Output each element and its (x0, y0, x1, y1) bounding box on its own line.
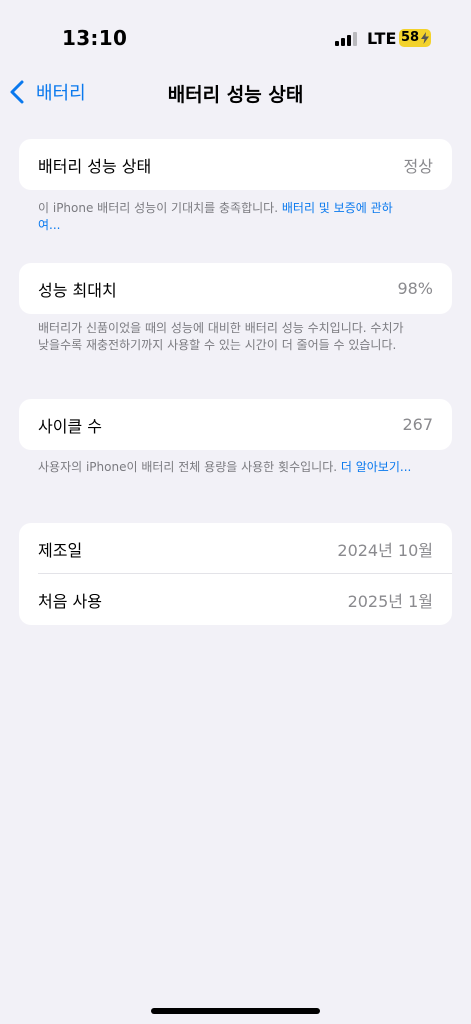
status-time: 13:10 (62, 26, 128, 50)
cycle-count-row: 사이클 수 267 (19, 399, 452, 450)
cycle-count-footnote: 사용자의 iPhone이 배터리 전체 용량을 사용한 횟수입니다. 더 알아보… (38, 459, 413, 476)
page-title: 배터리 성능 상태 (167, 84, 304, 106)
status-bar: 13:10 LTE 58 (0, 0, 471, 60)
cycle-count-label: 사이클 수 (38, 416, 102, 436)
learn-more-link[interactable]: 더 알아보기... (341, 460, 411, 474)
battery-health-footnote: 이 iPhone 배터리 성능이 기대치를 충족합니다. 배터리 및 보증에 관… (38, 200, 413, 234)
battery-icon: 58 (399, 29, 431, 47)
battery-health-footnote-text: 이 iPhone 배터리 성능이 기대치를 충족합니다. (38, 201, 282, 215)
network-type: LTE (367, 29, 397, 48)
maximum-capacity-label: 성능 최대치 (38, 280, 117, 300)
battery-percentage: 58 (401, 30, 420, 45)
cycle-count-value: 267 (402, 415, 433, 434)
cycle-count-footnote-text: 사용자의 iPhone이 배터리 전체 용량을 사용한 횟수입니다. (38, 460, 341, 474)
battery-dates-card: 제조일 2024년 10월 처음 사용 2025년 1월 (19, 523, 452, 625)
maximum-capacity-row: 성능 최대치 98% (19, 263, 452, 314)
charging-bolt-icon (421, 32, 429, 44)
home-indicator[interactable] (151, 1008, 320, 1014)
manufacture-date-value: 2024년 10월 (337, 540, 433, 560)
maximum-capacity-card: 성능 최대치 98% (19, 263, 452, 314)
battery-health-row: 배터리 성능 상태 정상 (19, 139, 452, 190)
first-use-row: 처음 사용 2025년 1월 (19, 574, 452, 625)
manufacture-date-row: 제조일 2024년 10월 (19, 523, 452, 574)
battery-health-value: 정상 (403, 156, 433, 176)
manufacture-date-label: 제조일 (38, 540, 83, 560)
first-use-label: 처음 사용 (38, 591, 102, 611)
battery-health-card: 배터리 성능 상태 정상 (19, 139, 452, 190)
maximum-capacity-value: 98% (397, 279, 433, 298)
maximum-capacity-footnote: 배터리가 신품이었을 때의 성능에 대비한 배터리 성능 수치입니다. 수치가 … (38, 321, 404, 352)
battery-health-label: 배터리 성능 상태 (38, 156, 152, 176)
navigation-bar: 배터리 배터리 성능 상태 (0, 70, 471, 114)
cycle-count-card: 사이클 수 267 (19, 399, 452, 450)
first-use-value: 2025년 1월 (347, 591, 433, 611)
cellular-signal-icon (335, 31, 359, 46)
